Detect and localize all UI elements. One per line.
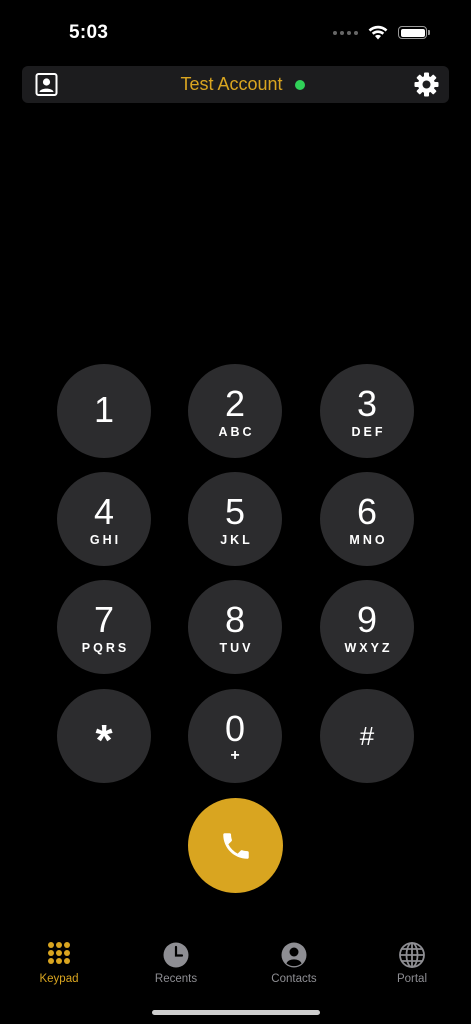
key-letters: PQRS [81,641,130,655]
tab-portal[interactable]: Portal [367,940,457,985]
key-letters: ABC [218,425,255,439]
online-status-indicator [295,80,305,90]
globe-icon [399,942,425,968]
key-letters: MNO [349,533,388,547]
tab-label: Portal [396,973,428,985]
key-6[interactable]: 6 MNO [320,472,414,566]
key-0[interactable]: 0 + [188,689,282,783]
key-hash[interactable]: # [320,689,414,783]
tab-label: Contacts [271,973,317,985]
phone-icon [222,832,249,859]
wifi-icon [368,25,388,40]
account-name: Test Account [180,74,283,94]
keypad-grid-icon [48,942,70,964]
key-1[interactable]: 1 [57,364,151,458]
tab-contacts[interactable]: Contacts [249,940,339,985]
key-letters: GHI [89,533,122,547]
key-digit: 4 [93,491,115,532]
key-star[interactable]: * [57,689,151,783]
key-digit: 5 [224,491,246,532]
account-title-area[interactable]: Test Account [22,66,449,103]
key-digit: 1 [93,389,115,430]
person-circle-icon [281,942,307,968]
tab-recents[interactable]: Recents [131,940,221,985]
status-indicators [333,25,430,40]
key-digit: 7 [93,599,115,640]
home-indicator[interactable] [152,1010,320,1015]
tab-label: Keypad [39,973,79,985]
key-digit: 6 [356,491,378,532]
key-2[interactable]: 2 ABC [188,364,282,458]
key-letters: + [230,747,240,764]
key-9[interactable]: 9 WXYZ [320,580,414,674]
tab-label: Recents [154,973,198,985]
key-3[interactable]: 3 DEF [320,364,414,458]
key-letters: TUV [219,641,254,655]
key-digit: # [359,721,375,751]
settings-button[interactable] [413,71,440,98]
key-digit: 9 [356,599,378,640]
key-8[interactable]: 8 TUV [188,580,282,674]
key-digit: 8 [224,599,246,640]
key-digit: * [95,716,113,765]
call-button[interactable] [188,798,283,893]
key-letters: JKL [220,533,253,547]
battery-icon [398,26,430,39]
clock-icon [163,942,189,968]
key-letters: WXYZ [344,641,393,655]
key-5[interactable]: 5 JKL [188,472,282,566]
tab-keypad[interactable]: Keypad [14,940,104,985]
gear-icon [414,72,439,97]
key-digit: 3 [356,383,378,424]
key-letters: DEF [351,425,386,439]
cellular-signal-icon [333,30,358,35]
key-digit: 0 [224,708,246,749]
account-header: Test Account [22,66,449,103]
key-4[interactable]: 4 GHI [57,472,151,566]
status-time: 5:03 [69,22,109,43]
key-7[interactable]: 7 PQRS [57,580,151,674]
key-digit: 2 [224,383,246,424]
